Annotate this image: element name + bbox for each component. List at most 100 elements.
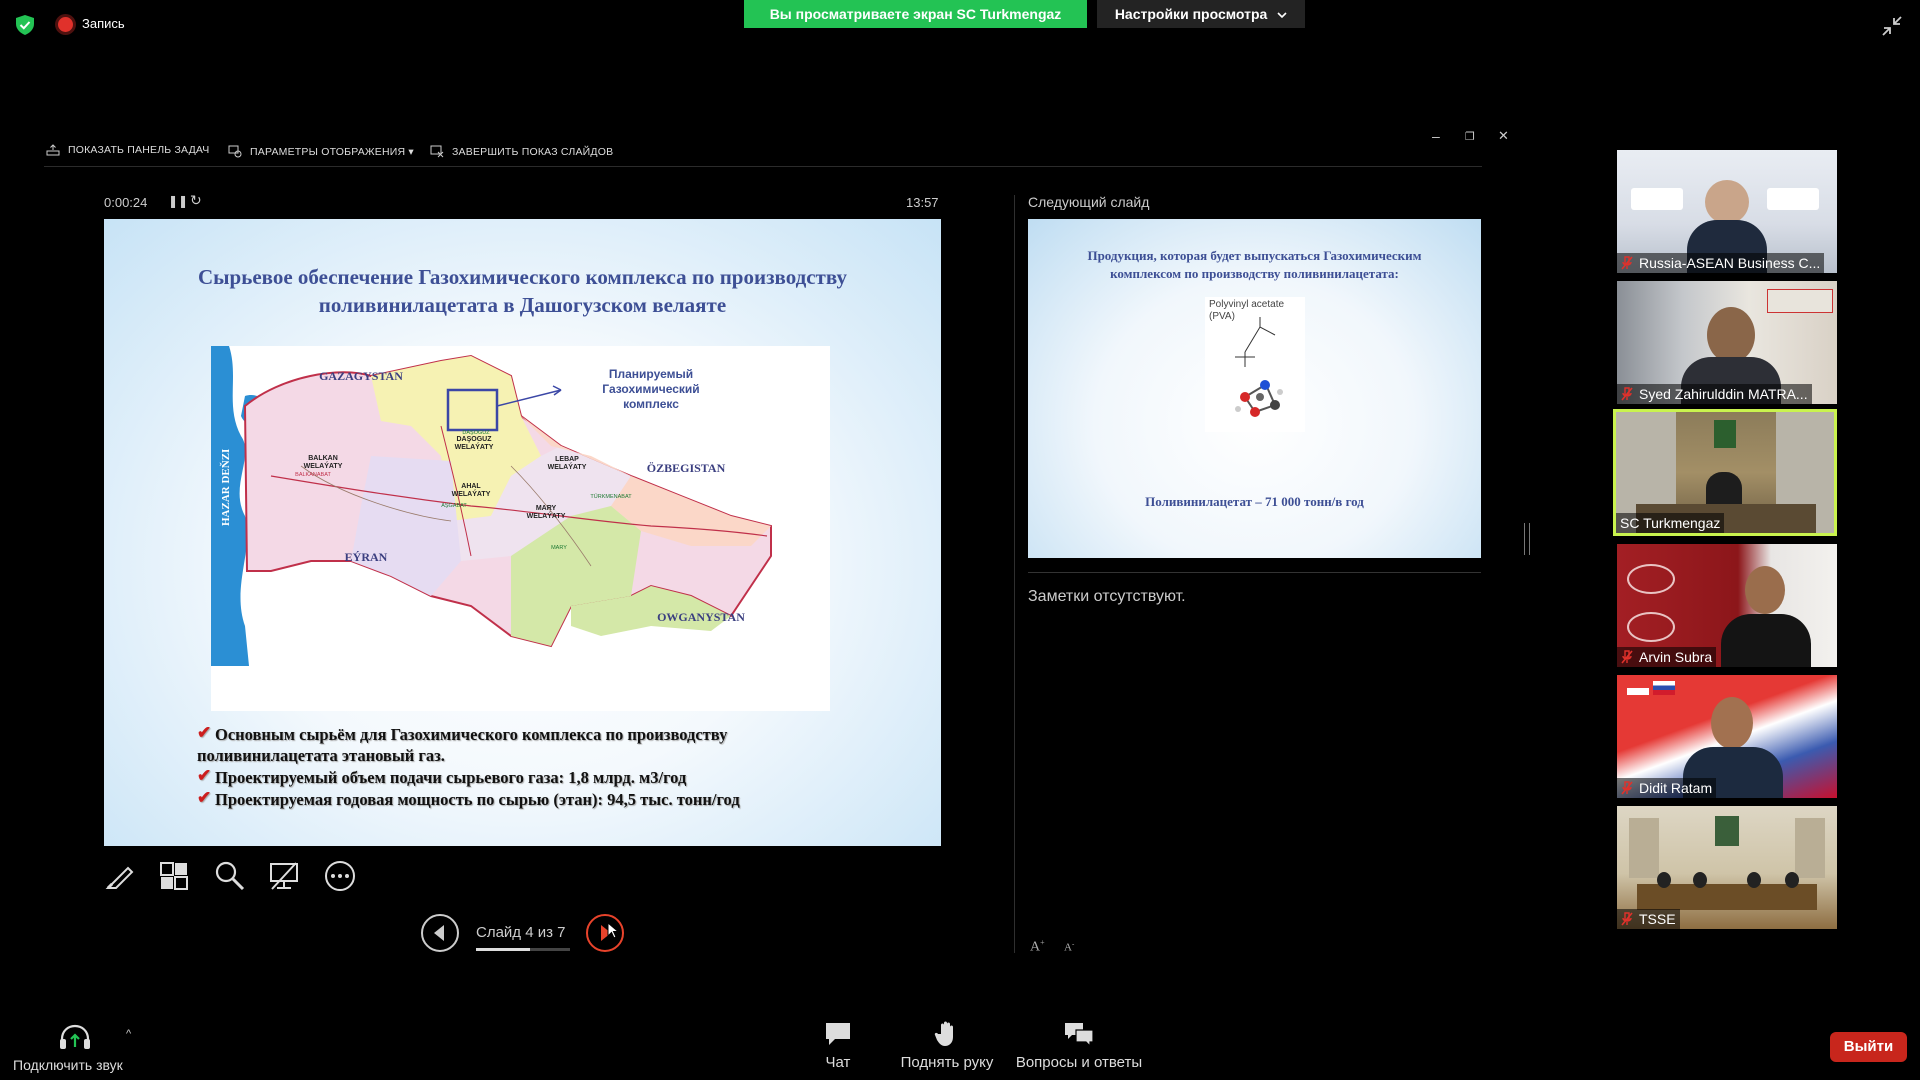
zoom-slide-icon[interactable] <box>212 858 248 894</box>
join-audio-label[interactable]: Подключить звук <box>13 1057 123 1073</box>
security-shield-icon[interactable] <box>14 14 36 36</box>
previous-slide-button[interactable] <box>420 913 460 953</box>
restore-button[interactable]: ❐ <box>1465 130 1475 143</box>
headphones-icon[interactable] <box>58 1023 92 1051</box>
raise-hand-icon <box>934 1021 953 1046</box>
participant-name-bar: Syed Zahirulddin MATRA... <box>1617 384 1812 404</box>
show-taskbar-button[interactable]: ПОКАЗАТЬ ПАНЕЛЬ ЗАДАЧ <box>46 144 209 156</box>
pause-timer-icon[interactable]: ❚❚ <box>168 194 188 208</box>
participant-tile[interactable]: TSSE <box>1617 806 1837 929</box>
bullet-text: Основным сырьём для Газохимического комп… <box>215 725 728 744</box>
chat-label: Чат <box>825 1054 851 1071</box>
map-callout-line1: Планируемый <box>609 367 693 381</box>
map-city-balkanabat: BALKANABAT <box>295 472 331 478</box>
more-options-icon[interactable] <box>322 858 358 894</box>
participant-name-bar: Arvin Subra <box>1617 647 1717 667</box>
turkmenistan-map: HAZAR DEŇZI Планируемый Газохимический к… <box>211 346 830 711</box>
minimize-button[interactable]: – <box>1432 128 1440 144</box>
molecule-structure-icon <box>1235 317 1283 417</box>
show-taskbar-label: ПОКАЗАТЬ ПАНЕЛЬ ЗАДАЧ <box>68 144 210 156</box>
checkmark-icon: ✔ <box>197 788 212 807</box>
pen-tool-icon[interactable] <box>102 858 138 894</box>
slide-title-line1: Сырьевое обеспечение Газохимического ком… <box>197 265 847 289</box>
participant-name: SC Turkmengaz <box>1620 515 1721 531</box>
panel-divider <box>1014 195 1015 953</box>
participant-name-bar: Didit Ratam <box>1617 778 1717 798</box>
mouse-cursor-icon <box>607 922 620 939</box>
participant-tile[interactable]: Syed Zahirulddin MATRA... <box>1617 281 1837 404</box>
map-city-mary: MARY <box>551 545 567 551</box>
participant-name-bar: SC Turkmengaz <box>1616 513 1725 533</box>
map-region-dashoguz-2: WELAÝATY <box>455 442 494 451</box>
current-time: 13:57 <box>906 195 939 210</box>
qa-button[interactable]: Вопросы и ответы <box>1014 1020 1144 1071</box>
presenter-view-toolbar: ПОКАЗАТЬ ПАНЕЛЬ ЗАДАЧ ПАРАМЕТРЫ ОТОБРАЖЕ… <box>44 136 1482 167</box>
see-all-slides-icon[interactable] <box>156 858 192 894</box>
participant-tile[interactable]: Arvin Subra <box>1617 544 1837 667</box>
map-country-kazakhstan: GAZAGYSTAN <box>319 369 403 383</box>
next-slide-preview[interactable]: Продукция, которая будет выпускаться Газ… <box>1028 219 1481 558</box>
participant-tile[interactable]: Didit Ratam <box>1617 675 1837 798</box>
map-region-lebap-2: WELAÝATY <box>548 462 587 471</box>
map-region-mary-2: WELAÝATY <box>527 511 566 520</box>
slide-title-line2: поливинилацетата в Дашогузском велаяте <box>318 293 727 317</box>
map-region-ahal-2: WELAÝATY <box>452 489 491 498</box>
next-slide-title: Продукция, которая будет выпускаться Газ… <box>1048 247 1461 283</box>
participant-name: Russia-ASEAN Business C... <box>1639 255 1821 271</box>
map-country-uzbekistan: ÖZBEGISTAN <box>647 461 726 475</box>
restart-timer-icon[interactable]: ↻ <box>190 192 202 209</box>
audio-options-caret-icon[interactable]: ^ <box>126 1028 131 1040</box>
panel-splitter-handle[interactable] <box>1524 523 1530 555</box>
view-options-button[interactable]: Настройки просмотра <box>1097 0 1305 28</box>
map-city-ashgabat: AŞGABAT <box>441 503 467 509</box>
map-callout-line3: комплекс <box>623 397 679 411</box>
bullet-text: Проектируемая годовая мощность по сырью … <box>215 790 740 809</box>
map-callout-line2: Газохимический <box>602 382 699 396</box>
recording-indicator-icon[interactable] <box>58 17 73 32</box>
decrease-font-icon[interactable]: A- <box>1064 940 1074 954</box>
map-region-ahal-1: AHAL <box>461 483 481 490</box>
chevron-down-icon <box>1277 12 1287 19</box>
participant-name: Syed Zahirulddin MATRA... <box>1639 386 1808 402</box>
leave-meeting-button[interactable]: Выйти <box>1830 1032 1907 1062</box>
map-region-lebap-1: LEBAP <box>555 456 579 463</box>
slide-counter[interactable]: Слайд 4 из 7 <box>476 924 566 941</box>
map-country-afghanistan: OWGANYSTAN <box>657 610 745 624</box>
muted-mic-icon <box>1621 387 1633 401</box>
display-settings-icon <box>228 145 242 158</box>
pva-molecule-figure: Polyvinyl acetate (PVA) <box>1205 297 1305 432</box>
close-button[interactable]: ✕ <box>1498 128 1509 144</box>
elapsed-timer: 0:00:24 <box>104 195 148 210</box>
participant-name-bar: TSSE <box>1617 909 1680 929</box>
checkmark-icon: ✔ <box>197 766 212 785</box>
display-settings-label: ПАРАМЕТРЫ ОТОБРАЖЕНИЯ ▾ <box>250 146 414 158</box>
exit-fullscreen-icon[interactable] <box>1880 14 1904 38</box>
end-slideshow-icon <box>430 145 444 158</box>
view-options-label: Настройки просмотра <box>1114 6 1268 22</box>
current-slide[interactable]: Сырьевое обеспечение Газохимического ком… <box>104 219 941 846</box>
display-settings-button[interactable]: ПАРАМЕТРЫ ОТОБРАЖЕНИЯ ▾ <box>228 144 414 158</box>
participant-tile[interactable]: Russia-ASEAN Business C... <box>1617 150 1837 273</box>
map-country-iran: EÝRAN <box>345 550 388 564</box>
map-city-turkmenabat: TÜRKMENABAT <box>590 493 632 500</box>
chat-button[interactable]: Чат <box>820 1020 856 1071</box>
participant-tile-active-speaker[interactable]: SC Turkmengaz <box>1613 409 1837 536</box>
qa-label: Вопросы и ответы <box>1015 1054 1143 1071</box>
notes-separator <box>1028 572 1481 573</box>
map-region-mary-1: MARY <box>536 505 557 512</box>
end-slideshow-button[interactable]: ЗАВЕРШИТЬ ПОКАЗ СЛАЙДОВ <box>430 144 613 158</box>
next-slide-title-line1: Продукция, которая будет выпускаться Газ… <box>1087 248 1422 263</box>
raise-hand-label: Поднять руку <box>900 1054 994 1071</box>
next-slide-label: Следующий слайд <box>1028 194 1150 210</box>
bullet-item: ✔ Основным сырьём для Газохимического ком… <box>197 723 917 766</box>
black-screen-icon[interactable] <box>266 858 302 894</box>
increase-font-icon[interactable]: A+ <box>1030 938 1045 956</box>
recording-label: Запись <box>82 16 125 31</box>
muted-mic-icon <box>1621 912 1633 926</box>
bullet-text: Проектируемый объем подачи сырьевого газ… <box>215 768 687 787</box>
checkmark-icon: ✔ <box>197 723 212 742</box>
muted-mic-icon <box>1621 256 1633 270</box>
qa-icon <box>1065 1023 1094 1048</box>
raise-hand-button[interactable]: Поднять руку <box>896 1020 998 1071</box>
next-slide-title-line2: комплексом по производству поливинилацет… <box>1110 266 1399 281</box>
